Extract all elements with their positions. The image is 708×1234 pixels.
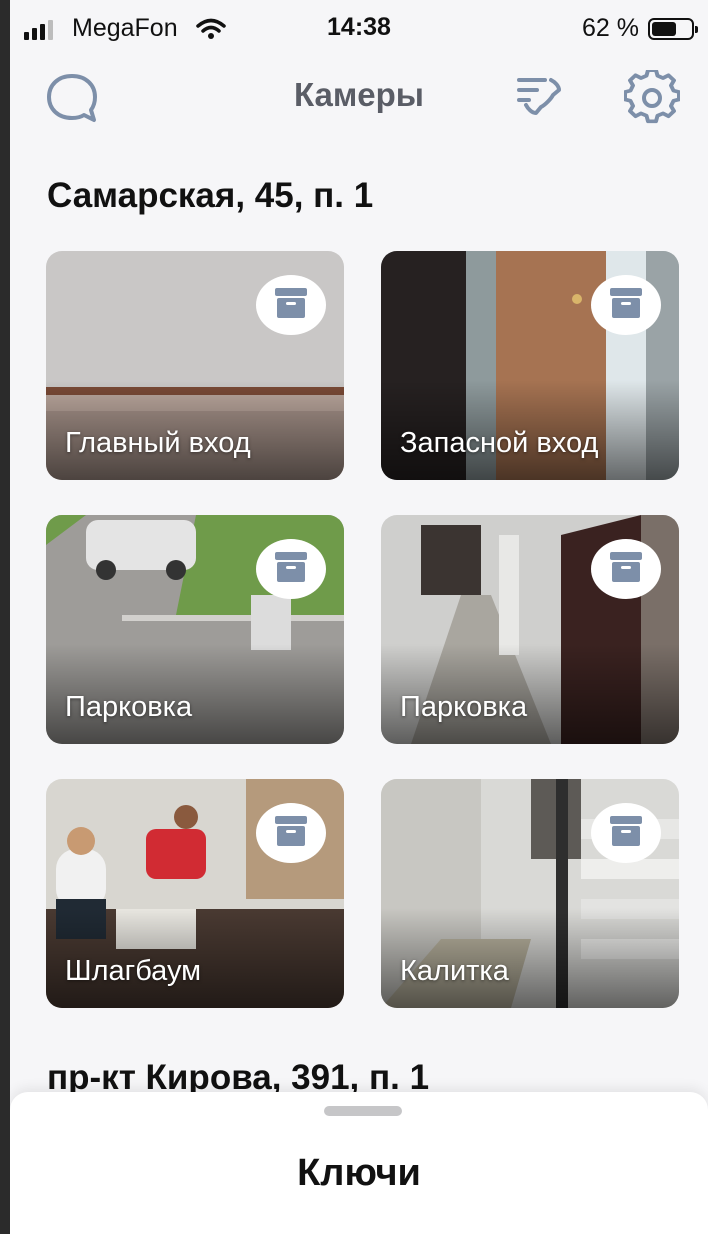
camera-card-wicket[interactable]: Калитка xyxy=(381,779,679,1008)
gear-icon[interactable] xyxy=(623,68,681,131)
camera-card-reserve-entrance[interactable]: Запасной вход xyxy=(381,251,679,480)
archive-button[interactable] xyxy=(256,275,326,335)
archive-icon xyxy=(274,815,308,852)
archive-button[interactable] xyxy=(591,539,661,599)
archive-icon xyxy=(609,815,643,852)
page-title: Камеры xyxy=(293,76,424,113)
archive-icon xyxy=(609,287,643,324)
camera-name: Запасной вход xyxy=(400,427,599,459)
battery-percent: 62 % xyxy=(582,14,639,42)
camera-card-parking[interactable]: Парковка xyxy=(46,515,344,744)
archive-button[interactable] xyxy=(256,803,326,863)
archive-button[interactable] xyxy=(591,803,661,863)
battery-icon xyxy=(648,18,698,40)
archive-button[interactable] xyxy=(256,539,326,599)
camera-name: Шлагбаум xyxy=(65,955,202,987)
sheet-drag-handle[interactable] xyxy=(324,1106,402,1116)
sheet-title: Ключи xyxy=(297,1152,421,1194)
camera-card-parking-2[interactable]: Парковка xyxy=(381,515,679,744)
camera-card-barrier[interactable]: Шлагбаум xyxy=(46,779,344,1008)
camera-name: Калитка xyxy=(400,955,509,987)
camera-name: Парковка xyxy=(400,691,528,723)
camera-name: Парковка xyxy=(65,691,193,723)
camera-name: Главный вход xyxy=(65,427,251,459)
archive-icon xyxy=(274,551,308,588)
nav-bar: Камеры xyxy=(10,58,708,138)
status-bar: MegaFon 14:38 62 % xyxy=(10,0,708,58)
camera-card-main-entrance[interactable]: Главный вход xyxy=(46,251,344,480)
keys-bottom-sheet[interactable]: Ключи xyxy=(10,1092,708,1234)
section-title-address: Самарская, 45, п. 1 xyxy=(47,176,374,215)
phone-call-icon[interactable] xyxy=(515,74,565,127)
archive-button[interactable] xyxy=(591,275,661,335)
archive-icon xyxy=(274,287,308,324)
phone-screen: MegaFon 14:38 62 % Камеры Самарская, 45,… xyxy=(10,0,708,1234)
archive-icon xyxy=(609,551,643,588)
